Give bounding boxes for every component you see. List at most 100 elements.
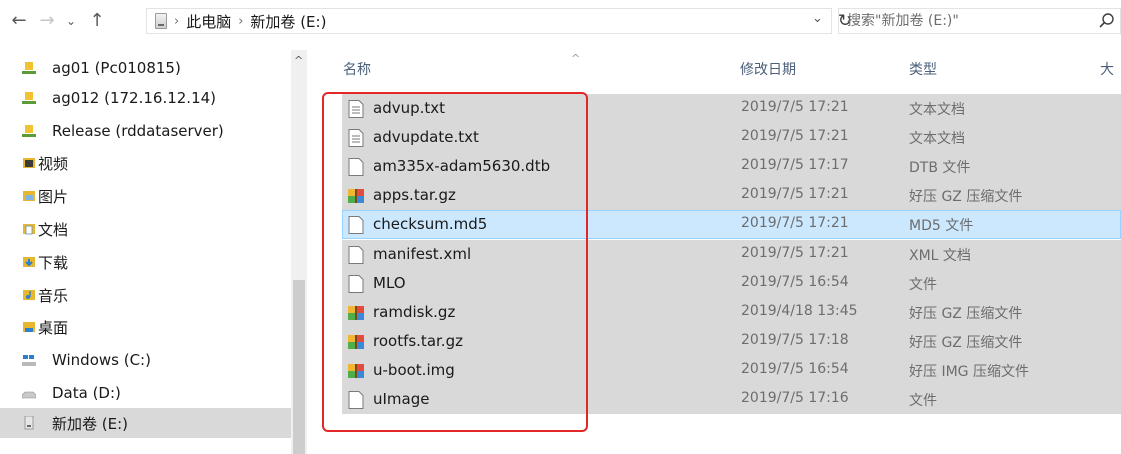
column-header-modified[interactable]: 修改日期	[740, 50, 796, 88]
desktop-folder-icon	[23, 322, 35, 332]
chevron-down-icon: ⌄	[65, 14, 77, 28]
text-file-icon	[348, 129, 364, 147]
file-modified: 2019/7/5 17:21	[741, 99, 849, 115]
nav-item-label: Release (rddataserver)	[52, 122, 224, 140]
arrow-up-icon: ↑	[89, 10, 105, 31]
file-name: uImage	[373, 390, 430, 408]
nav-item-ag012[interactable]: ag012 (172.16.12.14)	[0, 83, 293, 113]
nav-item-pictures[interactable]: 图片	[0, 181, 293, 211]
table-row[interactable]: checksum.md5 2019/7/5 17:21 MD5 文件	[316, 210, 1121, 239]
nav-item-documents[interactable]: 文档	[0, 214, 293, 244]
nav-item-label: 视频	[38, 154, 69, 173]
address-bar[interactable]: › 此电脑 › 新加卷 (E:)	[146, 8, 832, 34]
file-icon	[348, 391, 364, 409]
drive-icon	[22, 391, 36, 399]
nav-item-desktop[interactable]: 桌面	[0, 312, 293, 342]
nav-item-label: 图片	[38, 187, 69, 206]
file-type: 文件	[909, 277, 937, 293]
breadcrumb-current-drive[interactable]: 新加卷 (E:)	[250, 11, 326, 32]
archive-icon	[348, 335, 364, 349]
column-header-name-label: 名称	[343, 62, 371, 78]
archive-icon	[348, 364, 364, 378]
column-header-type[interactable]: 类型	[909, 50, 937, 88]
nav-item-release[interactable]: Release (rddataserver)	[0, 116, 293, 146]
breadcrumb-separator-icon: ›	[238, 13, 244, 29]
table-row[interactable]: ramdisk.gz 2019/4/18 13:45 好压 GZ 压缩文件	[316, 298, 1121, 327]
file-type: 好压 IMG 压缩文件	[909, 364, 1029, 380]
breadcrumb-separator-icon: ›	[174, 13, 180, 29]
file-list: 名称 ^ 修改日期 类型 大 advup.txt 2019/7/5 17:21 …	[316, 50, 1121, 454]
text-file-icon	[348, 100, 364, 118]
file-type: DTB 文件	[909, 160, 971, 176]
search-input[interactable]	[847, 13, 1067, 29]
file-type: MD5 文件	[909, 218, 974, 234]
table-row[interactable]: advup.txt 2019/7/5 17:21 文本文档	[316, 94, 1121, 123]
nav-item-label: 文档	[38, 220, 69, 239]
file-modified: 2019/4/18 13:45	[741, 303, 858, 319]
file-name: rootfs.tar.gz	[373, 332, 463, 350]
file-type: 文本文档	[909, 131, 965, 147]
search-icon[interactable]	[1098, 12, 1116, 30]
up-button[interactable]: ↑	[86, 10, 108, 32]
nav-item-downloads[interactable]: 下载	[0, 247, 293, 277]
file-name: u-boot.img	[373, 361, 455, 379]
column-header-size-label: 大	[1100, 62, 1114, 78]
table-row[interactable]: u-boot.img 2019/7/5 16:54 好压 IMG 压缩文件	[316, 356, 1121, 385]
arrow-right-icon: →	[39, 10, 55, 31]
nav-item-label: 桌面	[38, 318, 69, 337]
back-button[interactable]: ←	[8, 10, 30, 32]
file-modified: 2019/7/5 17:21	[741, 215, 849, 231]
scrollbar-thumb[interactable]	[293, 280, 305, 454]
file-icon	[348, 158, 364, 176]
file-icon	[348, 246, 364, 264]
nav-item-videos[interactable]: 视频	[0, 148, 293, 178]
file-name: advupdate.txt	[373, 128, 479, 146]
file-type: 好压 GZ 压缩文件	[909, 306, 1023, 322]
nav-item-label: 音乐	[38, 286, 69, 305]
table-row[interactable]: rootfs.tar.gz 2019/7/5 17:18 好压 GZ 压缩文件	[316, 327, 1121, 356]
table-row[interactable]: am335x-adam5630.dtb 2019/7/5 17:17 DTB 文…	[316, 152, 1121, 181]
table-row[interactable]: manifest.xml 2019/7/5 17:21 XML 文档	[316, 240, 1121, 269]
nav-item-ag01[interactable]: ag01 (Pc010815)	[0, 53, 293, 83]
file-modified: 2019/7/5 17:17	[741, 157, 849, 173]
file-type: 文件	[909, 393, 937, 409]
column-header-size[interactable]: 大	[1100, 50, 1114, 88]
address-dropdown-icon[interactable]: ⌄	[812, 11, 823, 26]
scroll-up-arrow-icon[interactable]: ^	[294, 54, 303, 67]
nav-item-label: Data (D:)	[52, 384, 121, 402]
nav-item-music[interactable]: 音乐	[0, 280, 293, 310]
file-modified: 2019/7/5 16:54	[741, 274, 849, 290]
windows-drive-icon	[22, 355, 36, 366]
breadcrumb-this-pc[interactable]: 此电脑	[186, 11, 231, 32]
nav-item-label: 下载	[38, 253, 69, 272]
network-drive-icon	[22, 62, 36, 74]
file-name: apps.tar.gz	[373, 186, 456, 204]
forward-button[interactable]: →	[36, 10, 58, 32]
table-row[interactable]: uImage 2019/7/5 17:16 文件	[316, 385, 1121, 414]
nav-item-data-d[interactable]: Data (D:)	[0, 378, 293, 408]
arrow-left-icon: ←	[11, 10, 27, 31]
nav-item-label: ag01 (Pc010815)	[52, 59, 181, 77]
music-folder-icon	[23, 290, 35, 300]
file-type: 文本文档	[909, 102, 965, 118]
nav-pane-scrollbar[interactable]: ^	[291, 50, 307, 454]
table-row[interactable]: apps.tar.gz 2019/7/5 17:21 好压 GZ 压缩文件	[316, 181, 1121, 210]
pictures-folder-icon	[23, 191, 35, 201]
file-type: 好压 GZ 压缩文件	[909, 189, 1023, 205]
table-row[interactable]: advupdate.txt 2019/7/5 17:21 文本文档	[316, 123, 1121, 152]
column-header-name[interactable]: 名称 ^	[343, 50, 723, 88]
network-drive-icon	[22, 125, 36, 137]
search-box[interactable]	[838, 8, 1121, 34]
nav-item-new-volume-e[interactable]: 新加卷 (E:)	[0, 408, 293, 438]
nav-item-label: ag012 (172.16.12.14)	[52, 89, 217, 107]
address-row: ← → ⌄ ↑ › 此电脑 › 新加卷 (E:) ⌄ ↻	[0, 0, 1121, 40]
navigation-pane: ag01 (Pc010815) ag012 (172.16.12.14) Rel…	[0, 50, 300, 454]
table-row[interactable]: MLO 2019/7/5 16:54 文件	[316, 269, 1121, 298]
file-modified: 2019/7/5 17:16	[741, 390, 849, 406]
file-icon	[348, 275, 364, 293]
nav-item-windows-c[interactable]: Windows (C:)	[0, 345, 293, 375]
recent-locations-button[interactable]: ⌄	[60, 10, 82, 32]
downloads-folder-icon	[23, 257, 35, 267]
videos-folder-icon	[23, 158, 35, 168]
file-modified: 2019/7/5 17:21	[741, 186, 849, 202]
